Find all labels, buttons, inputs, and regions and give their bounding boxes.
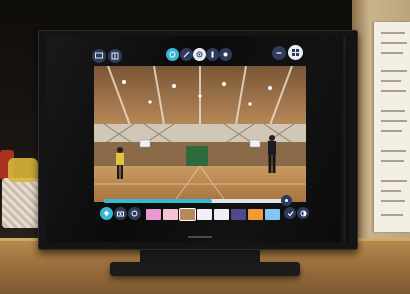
layout-icon[interactable] xyxy=(108,49,122,63)
pen-icon[interactable] xyxy=(180,48,193,61)
swatch-2[interactable] xyxy=(163,209,178,220)
grid-icon[interactable] xyxy=(288,45,303,60)
check-icon[interactable] xyxy=(284,207,296,219)
yellow-items xyxy=(8,158,38,182)
swatch-5[interactable] xyxy=(214,209,229,220)
swatch-7[interactable] xyxy=(248,209,263,220)
color-wheel-icon[interactable] xyxy=(166,48,179,61)
swatch-6[interactable] xyxy=(231,209,246,220)
gym-scene xyxy=(94,66,306,202)
backboard-left xyxy=(139,139,151,148)
brush-icon[interactable] xyxy=(206,48,219,61)
photo-scene xyxy=(0,0,410,294)
target-icon[interactable] xyxy=(193,48,206,61)
swatch-1[interactable] xyxy=(146,209,161,220)
progress-fill xyxy=(104,199,212,203)
monitor-logo xyxy=(188,236,212,238)
camera-icon[interactable] xyxy=(114,207,127,220)
swatch-3[interactable] xyxy=(179,208,196,221)
progress-track[interactable] xyxy=(104,199,284,203)
record-icon[interactable] xyxy=(219,48,232,61)
notice-paper xyxy=(374,22,410,232)
progress-handle[interactable] xyxy=(281,195,292,206)
contrast-icon[interactable] xyxy=(297,207,309,219)
display-icon[interactable] xyxy=(92,49,106,63)
wicker-basket xyxy=(2,178,40,228)
minus-icon[interactable] xyxy=(272,46,286,60)
eye-icon[interactable] xyxy=(128,207,141,220)
swatch-8[interactable] xyxy=(265,209,280,220)
monitor-side-edge xyxy=(340,36,346,242)
video-frame xyxy=(94,66,306,202)
backboard-right xyxy=(249,139,261,148)
green-panel xyxy=(186,146,208,168)
marker-icon[interactable] xyxy=(100,207,113,220)
swatch-4[interactable] xyxy=(197,209,212,220)
stand-base xyxy=(110,262,300,276)
